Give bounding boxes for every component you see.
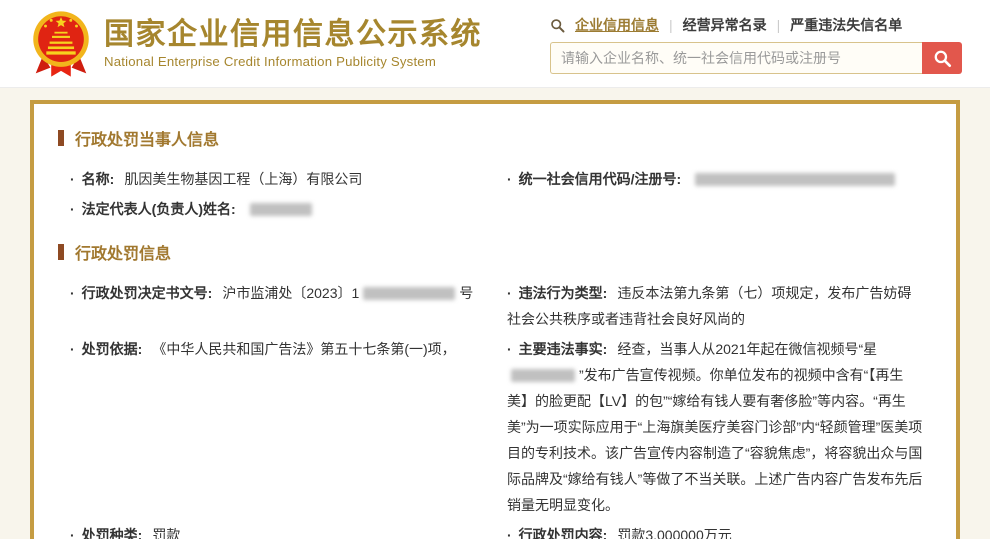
redacted-text bbox=[250, 203, 312, 216]
search-input[interactable] bbox=[550, 42, 922, 74]
bullet-icon: · bbox=[507, 341, 512, 357]
field-cell-left: · 行政处罚决定书文号: 沪市监浦处〔2023〕1号 bbox=[64, 278, 501, 308]
bullet-icon: · bbox=[507, 171, 512, 187]
bullet-icon: · bbox=[70, 527, 75, 539]
field-value: 沪市监浦处〔2023〕1号 bbox=[222, 285, 473, 301]
tab-abnormal-operations-list[interactable]: 经营异常名录 bbox=[683, 15, 767, 35]
bullet-icon: · bbox=[70, 171, 75, 187]
tab-serious-violations-list[interactable]: 严重违法失信名单 bbox=[790, 15, 902, 35]
section-marker-icon bbox=[58, 130, 64, 146]
field-cell-left: · 处罚种类: 罚款 bbox=[64, 520, 501, 539]
field-value bbox=[246, 201, 316, 217]
field-value: 罚款3.000000万元 bbox=[617, 527, 731, 539]
bullet-icon: · bbox=[507, 527, 512, 539]
field-row: ·行政处罚决定书文号:沪市监浦处〔2023〕1号·违法行为类型:违反本法第九条第… bbox=[64, 278, 938, 334]
page-background: 行政处罚当事人信息 · 名称: 肌因美生物基因工程（上海）有限公司 · 统一社会信用代码/… bbox=[0, 88, 990, 539]
section-title: 行政处罚当事人信息 bbox=[58, 126, 938, 150]
section-title-text: 行政处罚当事人信息 bbox=[75, 126, 219, 150]
header-search-area: 企业信用信息 | 经营异常名录 | 严重违法失信名单 bbox=[550, 13, 962, 74]
section-body: · 名称: 肌因美生物基因工程（上海）有限公司 · 统一社会信用代码/注册号: · 法定代表… bbox=[50, 164, 938, 224]
redacted-text bbox=[363, 287, 455, 300]
brand: 国家企业信用信息公示系统 National Enterprise Credit … bbox=[30, 9, 482, 79]
section-title-text: 行政处罚信息 bbox=[75, 240, 171, 264]
field-value: 《中华人民共和国广告法》第五十七条第(一)项， bbox=[152, 341, 455, 357]
field-cell-left: · 名称: 肌因美生物基因工程（上海）有限公司 bbox=[64, 164, 501, 194]
section-body: ·行政处罚决定书文号:沪市监浦处〔2023〕1号·违法行为类型:违反本法第九条第… bbox=[50, 278, 938, 539]
section-marker-icon bbox=[58, 244, 64, 260]
field-cell-right: · 主要违法事实:经查，当事人从2021年起在微信视频号“星”发布广告宣传视频。你… bbox=[501, 334, 938, 520]
field-row: · 法定代表人(负责人)姓名: bbox=[64, 194, 938, 224]
field-label: 处罚依据: bbox=[82, 341, 143, 357]
bullet-icon: · bbox=[70, 285, 75, 301]
field-value: 肌因美生物基因工程（上海）有限公司 bbox=[124, 171, 362, 187]
section-party-info: 行政处罚当事人信息 · 名称: 肌因美生物基因工程（上海）有限公司 · 统一社会信用代码/… bbox=[50, 126, 938, 224]
redacted-text bbox=[695, 173, 895, 186]
site-title: 国家企业信用信息公示系统 bbox=[104, 18, 482, 52]
site-header: 国家企业信用信息公示系统 National Enterprise Credit … bbox=[0, 0, 990, 88]
search-button[interactable] bbox=[922, 42, 962, 74]
national-emblem-logo bbox=[30, 9, 92, 79]
bullet-icon: · bbox=[507, 285, 512, 301]
site-subtitle: National Enterprise Credit Information P… bbox=[104, 54, 482, 69]
field-cell-right: · 行政处罚内容: 罚款3.000000万元 bbox=[501, 520, 938, 539]
sections: 行政处罚当事人信息 · 名称: 肌因美生物基因工程（上海）有限公司 · 统一社会信用代码/… bbox=[50, 126, 938, 539]
penalty-detail-card: 行政处罚当事人信息 · 名称: 肌因美生物基因工程（上海）有限公司 · 统一社会信用代码/… bbox=[30, 100, 960, 539]
field-label: 违法行为类型: bbox=[519, 285, 608, 301]
site-titles: 国家企业信用信息公示系统 National Enterprise Credit … bbox=[104, 18, 482, 69]
field-row: · 名称: 肌因美生物基因工程（上海）有限公司 · 统一社会信用代码/注册号: bbox=[64, 164, 938, 194]
search-bar bbox=[550, 42, 962, 74]
field-label: 行政处罚决定书文号: bbox=[82, 285, 213, 301]
field-cell-left: · 法定代表人(负责人)姓名: bbox=[64, 194, 501, 224]
field-value: 罚款 bbox=[152, 527, 180, 539]
section-title: 行政处罚信息 bbox=[58, 240, 938, 264]
search-category-tabs: 企业信用信息 | 经营异常名录 | 严重违法失信名单 bbox=[550, 15, 962, 35]
tab-enterprise-credit-info[interactable]: 企业信用信息 bbox=[575, 15, 659, 35]
nav-separator: | bbox=[669, 17, 673, 33]
field-label: 名称: bbox=[82, 171, 115, 187]
field-row: · 处罚种类: 罚款 · 行政处罚内容: 罚款3.000000万元 bbox=[64, 520, 938, 539]
field-value: 经查，当事人从2021年起在微信视频号“星”发布广告宣传视频。你单位发布的视频中… bbox=[507, 341, 922, 513]
field-label: 行政处罚内容: bbox=[519, 527, 608, 539]
field-label: 统一社会信用代码/注册号: bbox=[519, 171, 682, 187]
field-cell-right bbox=[501, 194, 938, 198]
field-value bbox=[691, 171, 899, 187]
search-icon bbox=[550, 18, 565, 33]
field-label: 主要违法事实: bbox=[519, 341, 608, 357]
redacted-text bbox=[511, 369, 575, 382]
field-cell-right: · 统一社会信用代码/注册号: bbox=[501, 164, 938, 194]
nav-separator: | bbox=[777, 17, 781, 33]
field-label: 法定代表人(负责人)姓名: bbox=[82, 201, 236, 217]
field-cell-right: ·违法行为类型:违反本法第九条第（七）项规定，发布广告妨碍社会公共秩序或者违背社… bbox=[501, 278, 938, 334]
bullet-icon: · bbox=[70, 201, 75, 217]
bullet-icon: · bbox=[70, 341, 75, 357]
section-penalty-info: 行政处罚信息·行政处罚决定书文号:沪市监浦处〔2023〕1号·违法行为类型:违反… bbox=[50, 240, 938, 539]
field-label: 处罚种类: bbox=[82, 527, 143, 539]
field-row: · 处罚依据: 《中华人民共和国广告法》第五十七条第(一)项， · 主要违法事实:经查，… bbox=[64, 334, 938, 520]
field-cell-left: · 处罚依据: 《中华人民共和国广告法》第五十七条第(一)项， bbox=[64, 334, 501, 364]
